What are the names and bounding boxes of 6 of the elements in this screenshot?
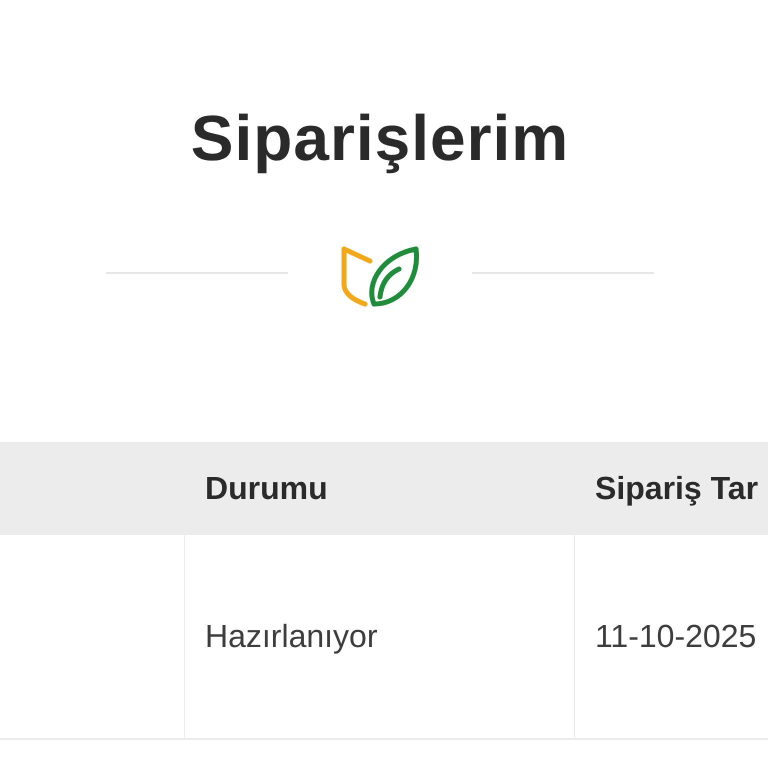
leaves-icon — [340, 245, 420, 309]
column-header: Sipariş Tar — [594, 470, 760, 507]
page-title: Siparişlerim — [190, 101, 570, 176]
column-header: Durumu — [204, 470, 329, 507]
table-cell: Hazırlanıyor — [184, 535, 574, 738]
table-cell: 11-10-2025 — [574, 535, 768, 738]
